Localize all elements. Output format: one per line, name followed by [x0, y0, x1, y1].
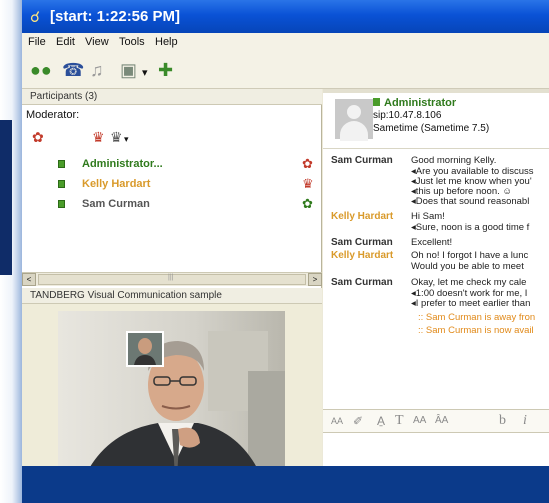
people-icon[interactable]: ●● [30, 60, 52, 80]
online-status-icon [58, 200, 65, 208]
settings-icon[interactable]: ♛ [110, 129, 123, 146]
contact-profile: Administrator sip:10.47.8.106 Sametime (… [323, 93, 549, 149]
participant-name: Kelly Hardart [82, 178, 151, 190]
chat-sender: Sam Curman [331, 277, 393, 288]
background-bottom-band [22, 466, 549, 503]
profile-name: Administrator [384, 97, 457, 109]
video-header: TANDBERG Visual Communication sample [22, 288, 322, 304]
online-status-icon [58, 180, 65, 188]
participant-row[interactable]: Sam Curman ✿ [58, 196, 318, 216]
menu-file[interactable]: File [28, 36, 46, 48]
chat-line: Okay, let me check my cale [411, 277, 527, 288]
add-participant-icon[interactable]: ✿ [32, 129, 44, 146]
participants-header: Participants (3) [22, 89, 322, 105]
menu-help[interactable]: Help [155, 36, 178, 48]
system-message: :: Sam Curman is away fron [418, 312, 536, 323]
screen-share-icon[interactable]: ▣ [120, 60, 137, 80]
self-view-image [128, 333, 162, 365]
participants-pane: Participants (3) Moderator: ✿ ♛ ♛ ▾ Admi… [22, 89, 322, 503]
scroll-grip: ||| [168, 274, 174, 281]
background-shape [0, 120, 12, 275]
chevron-down-icon[interactable]: ▾ [142, 63, 148, 83]
profile-sip: sip:10.47.8.106 [373, 110, 442, 121]
chat-sender: Kelly Hardart [331, 211, 394, 222]
chat-sender: Kelly Hardart [331, 250, 394, 261]
app-icon: ☌ [30, 9, 41, 26]
font-button[interactable]: T [395, 413, 404, 429]
chevron-down-icon[interactable]: ▾ [124, 134, 129, 145]
remove-participant-icon[interactable]: ♛ [92, 129, 105, 146]
speaker-icon[interactable]: ♫ [90, 60, 104, 80]
menu-bar: File Edit View Tools Help [22, 33, 549, 53]
scroll-left-arrow[interactable]: < [22, 273, 36, 286]
chat-line: Would you be able to meet [411, 261, 524, 272]
font-size-button[interactable]: AA [331, 416, 343, 426]
chat-sender: Sam Curman [331, 237, 393, 248]
chat-line: Good morning Kelly. [411, 155, 497, 166]
menu-view[interactable]: View [85, 36, 109, 48]
text-color-button[interactable]: A̱ [377, 414, 385, 428]
window-title: [start: 1:22:56 PM] [50, 8, 181, 25]
chat-line: Hi Sam! [411, 211, 445, 222]
chat-transcript[interactable]: Sam Curman Good morning Kelly. ◂Are you … [323, 149, 549, 405]
video-title: TANDBERG Visual Communication sample [30, 290, 222, 301]
chat-line: ◂I prefer to meet earlier than [411, 298, 531, 309]
avatar-head-shape [347, 105, 361, 119]
participants-title: Participants (3) [30, 91, 98, 102]
bold-button[interactable]: b [499, 413, 506, 429]
profile-status: Sametime (Sametime 7.5) [373, 123, 490, 134]
format-toolbar: AA ✐ A̱ T AA ÂA b i [323, 409, 549, 433]
title-bar[interactable]: ☌ [start: 1:22:56 PM] [22, 0, 549, 33]
phone-icon[interactable]: ☎ [62, 60, 84, 80]
chat-sender: Sam Curman [331, 155, 393, 166]
avatar-body-shape [340, 121, 368, 141]
system-message: :: Sam Curman is now avail [418, 325, 534, 336]
chat-line: ◂Sure, noon is a good time f [411, 222, 530, 233]
group-icon: ✿ [302, 196, 313, 211]
pen-icon[interactable]: ✐ [353, 414, 363, 428]
participant-row[interactable]: Kelly Hardart ♛ [58, 176, 318, 196]
moderator-label: Moderator: [26, 109, 80, 121]
chat-line: Excellent! [411, 237, 453, 248]
profile-name-line: Administrator [373, 97, 456, 109]
participant-row[interactable]: Administrator... ✿ [58, 156, 318, 176]
person-icon: ♛ [302, 176, 314, 191]
meeting-window: ☌ [start: 1:22:56 PM] File Edit View Too… [22, 0, 549, 503]
online-status-icon [58, 160, 65, 168]
scroll-right-arrow[interactable]: > [308, 273, 322, 286]
avatar [335, 99, 373, 141]
shrink-text-button[interactable]: AA [413, 415, 426, 426]
grow-text-button[interactable]: ÂA [435, 415, 448, 426]
online-status-icon [373, 98, 380, 106]
menu-tools[interactable]: Tools [119, 36, 145, 48]
moderator-icon: ✿ [302, 156, 313, 171]
chat-line: Oh no! I forgot I have a lunc [411, 250, 529, 261]
self-view-pip[interactable] [126, 331, 164, 367]
menu-edit[interactable]: Edit [56, 36, 75, 48]
participant-name: Administrator... [82, 158, 163, 170]
horizontal-scrollbar[interactable]: < ||| > [22, 272, 322, 286]
background-edge [0, 0, 22, 503]
chat-pane: Administrator sip:10.47.8.106 Sametime (… [323, 89, 549, 503]
chat-line: ◂Does that sound reasonabl [411, 196, 530, 207]
toolbar: ●● ☎ ♫ ▣ ▾ ✚ [22, 53, 549, 89]
add-person-icon[interactable]: ✚ [158, 60, 173, 80]
italic-button[interactable]: i [523, 413, 527, 429]
participant-name: Sam Curman [82, 198, 150, 210]
